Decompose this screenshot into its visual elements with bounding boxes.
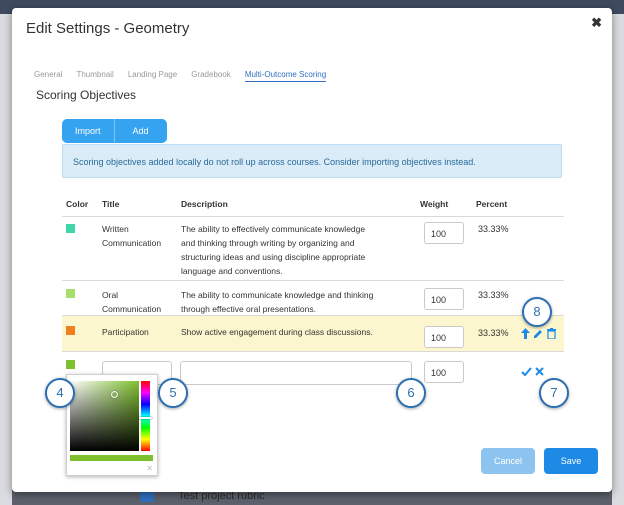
row-title: Oral Communication xyxy=(102,288,161,316)
row-color-swatch[interactable] xyxy=(66,224,75,233)
close-icon[interactable]: ✖ xyxy=(591,15,602,31)
row-description-line: language and conventions. xyxy=(181,266,283,276)
tab-thumbnail[interactable]: Thumbnail xyxy=(76,70,113,82)
callout-7: 7 xyxy=(539,378,569,408)
picker-close-icon[interactable]: ✕ xyxy=(146,464,153,473)
tab-multi-outcome-scoring[interactable]: Multi-Outcome Scoring xyxy=(244,70,327,82)
color-preview xyxy=(70,455,153,461)
modal-title: Edit Settings - Geometry xyxy=(26,20,190,37)
edit-icon[interactable] xyxy=(533,326,543,344)
weight-input[interactable]: 100 xyxy=(424,326,464,348)
info-alert: Scoring objectives added locally do not … xyxy=(62,144,562,178)
tab-gradebook[interactable]: Gradebook xyxy=(191,70,231,82)
callout-8: 8 xyxy=(522,297,552,327)
row-percent: 33.33% xyxy=(478,328,509,338)
row-description: Show active engagement during class disc… xyxy=(181,327,373,337)
header-percent: Percent xyxy=(476,199,508,209)
row-description-line: structuring ideas and using discipline a… xyxy=(181,252,366,262)
settings-tabs: General Thumbnail Landing Page Gradebook… xyxy=(34,70,327,82)
weight-input[interactable]: 100 xyxy=(424,222,464,244)
row-title-line: Written xyxy=(102,224,129,234)
delete-icon[interactable] xyxy=(547,326,556,344)
row-description: The ability to effectively communicate k… xyxy=(181,222,365,278)
description-input[interactable] xyxy=(180,361,412,385)
header-description: Description xyxy=(181,199,228,209)
import-button[interactable]: Import xyxy=(62,119,115,143)
row-color-swatch[interactable] xyxy=(66,326,75,335)
confirm-check-icon[interactable] xyxy=(521,363,532,381)
move-up-icon[interactable] xyxy=(521,326,530,344)
objective-button-group: Import Add xyxy=(62,119,167,143)
cancel-x-icon[interactable] xyxy=(535,363,544,381)
background-left-panel xyxy=(0,14,12,505)
callout-4: 4 xyxy=(45,378,75,408)
row-description-line: The ability to effectively communicate k… xyxy=(181,224,366,234)
header-color: Color xyxy=(66,199,89,209)
hue-slider[interactable] xyxy=(141,381,150,451)
tab-landing-page[interactable]: Landing Page xyxy=(128,70,177,82)
background-right-panel xyxy=(612,14,624,505)
section-title: Scoring Objectives xyxy=(36,88,137,102)
row-divider xyxy=(62,351,564,352)
save-button[interactable]: Save xyxy=(544,448,598,474)
row-title-line: Communication xyxy=(102,304,162,314)
row-title: Written Communication xyxy=(102,222,161,250)
row-title-line: Oral xyxy=(102,290,119,300)
color-picker-popover: ✕ xyxy=(66,374,158,476)
tab-general[interactable]: General xyxy=(34,70,62,82)
saturation-handle[interactable] xyxy=(111,391,118,398)
callout-6: 6 xyxy=(396,378,426,408)
row-percent: 33.33% xyxy=(478,224,509,234)
add-button[interactable]: Add xyxy=(114,119,167,143)
cancel-button[interactable]: Cancel xyxy=(481,448,535,474)
row-color-swatch[interactable] xyxy=(66,289,75,298)
callout-5: 5 xyxy=(158,378,188,408)
row-description-line: and thinking through writing by organizi… xyxy=(181,238,355,248)
row-divider xyxy=(62,280,564,281)
edit-settings-modal: Edit Settings - Geometry ✖ General Thumb… xyxy=(12,8,612,492)
row-description: The ability to communicate knowledge and… xyxy=(181,288,373,316)
new-row-color-swatch[interactable] xyxy=(66,360,75,369)
weight-input[interactable]: 100 xyxy=(424,288,464,310)
row-description-line: through effective oral presentations. xyxy=(181,304,316,314)
header-divider xyxy=(62,216,564,217)
header-title: Title xyxy=(102,199,120,209)
row-title-line: Communication xyxy=(102,238,162,248)
header-weight: Weight xyxy=(420,199,449,209)
hue-handle[interactable] xyxy=(139,417,152,419)
weight-input[interactable]: 100 xyxy=(424,361,464,383)
saturation-value-field[interactable] xyxy=(70,381,139,451)
row-title: Participation xyxy=(102,327,149,337)
row-percent: 33.33% xyxy=(478,290,509,300)
row-description-line: The ability to communicate knowledge and… xyxy=(181,290,374,300)
